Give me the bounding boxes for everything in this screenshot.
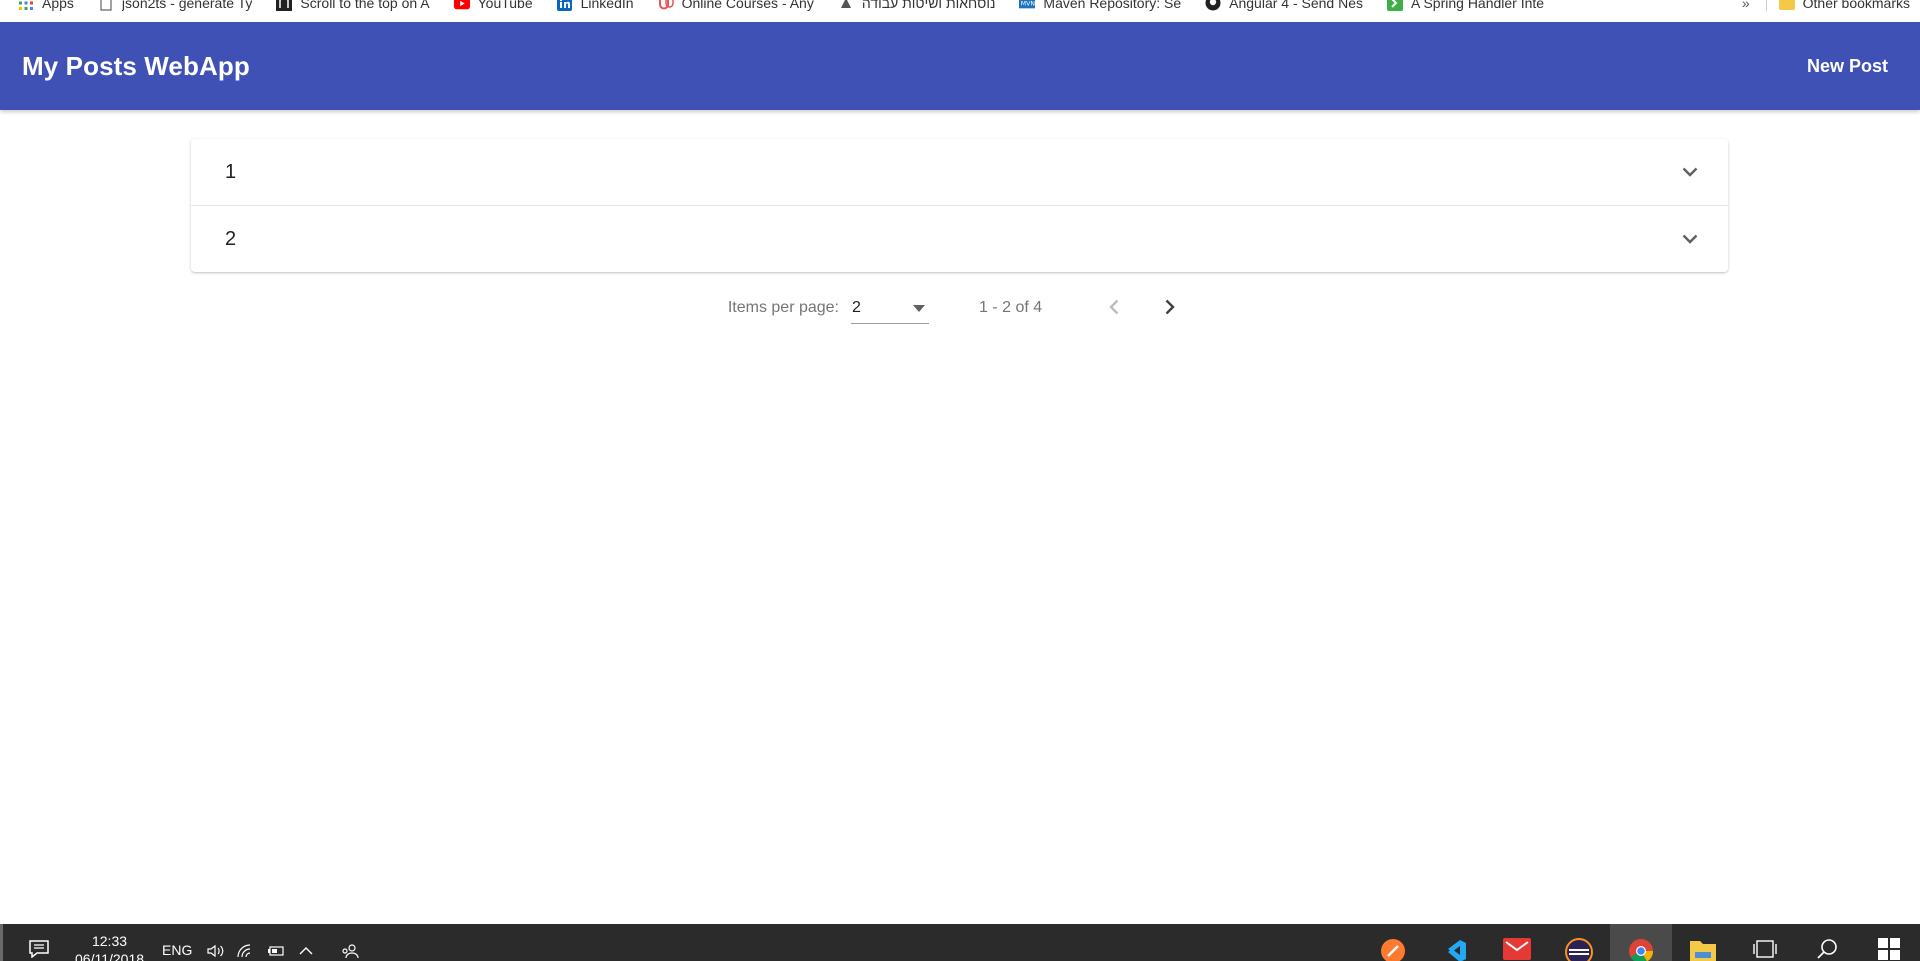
site-icon: [276, 0, 293, 11]
youtube-icon: [453, 0, 470, 11]
show-desktop-edge[interactable]: [0, 924, 3, 961]
bookmark-angular[interactable]: Angular 4 - Send Nes: [1205, 0, 1363, 11]
bookmark-label: Scroll to the top on A: [300, 0, 430, 11]
wifi-icon[interactable]: [236, 942, 256, 960]
chevron-right-icon: [1165, 299, 1175, 318]
chevron-left-icon: [1109, 299, 1119, 318]
file-explorer-icon[interactable]: [1672, 924, 1734, 961]
bookmark-label: נוסחאות ושיטות עבודה: [861, 0, 996, 11]
posts-accordion: 1 2: [191, 139, 1728, 272]
bookmark-label: YouTube: [477, 0, 533, 11]
linkedin-icon: [557, 0, 573, 11]
chevron-up-icon[interactable]: [296, 942, 316, 960]
folder-icon: [1778, 0, 1795, 10]
eclipse-icon[interactable]: [1548, 924, 1610, 961]
expansion-panel: 1: [191, 139, 1728, 205]
bookmark-json2ts[interactable]: json2ts - generate Ty: [98, 0, 252, 11]
range-label: 1 - 2 of 4: [979, 299, 1043, 316]
items-per-page-label: Items per page:: [727, 299, 839, 316]
bookmark-label: Angular 4 - Send Nes: [1229, 0, 1363, 11]
mail-icon[interactable]: [1486, 924, 1548, 961]
bookmark-hebrew[interactable]: נוסחאות ושיטות עבודה: [838, 0, 996, 11]
search-icon[interactable]: [1796, 924, 1858, 961]
app-title: My Posts WebApp: [22, 50, 250, 81]
clock-time: 12:33: [91, 933, 128, 949]
bookmark-label: json2ts - generate Ty: [121, 0, 253, 11]
previous-page-button[interactable]: [1092, 286, 1136, 330]
bookmarks-overflow-button[interactable]: »: [1742, 0, 1750, 11]
volume-icon[interactable]: [206, 942, 226, 960]
bookmark-linkedin[interactable]: LinkedIn: [557, 0, 634, 11]
dropdown-arrow-icon: [913, 299, 925, 317]
bookmark-spring[interactable]: A Spring Handler Inte: [1387, 0, 1544, 11]
bookmark-apps[interactable]: Apps: [18, 0, 74, 11]
clock-date: 06/11/2018: [75, 951, 145, 961]
people-icon[interactable]: [340, 942, 360, 960]
bookmark-label: A Spring Handler Inte: [1411, 0, 1545, 11]
language-indicator[interactable]: ENG: [162, 942, 192, 958]
bookmark-udemy[interactable]: Online Courses - Any: [658, 0, 814, 11]
github-icon: [1205, 0, 1221, 11]
new-post-button[interactable]: New Post: [1785, 46, 1910, 87]
udemy-icon: [658, 0, 674, 11]
vscode-icon[interactable]: [1424, 924, 1486, 961]
svg-text:MVN: MVN: [1021, 1, 1035, 8]
site-icon: [838, 0, 854, 11]
apps-grid-icon: [18, 0, 34, 11]
sublime-icon[interactable]: [1362, 924, 1424, 961]
expansion-panel-header[interactable]: 2: [191, 206, 1728, 272]
notifications-icon[interactable]: [29, 940, 49, 961]
bookmark-youtube[interactable]: YouTube: [453, 0, 533, 11]
bookmark-maven[interactable]: MVN Maven Repository: Se: [1019, 0, 1181, 11]
site-icon: [1387, 0, 1403, 11]
paginator: Items per page: 2 1 - 2 of 4: [0, 286, 1920, 330]
battery-icon[interactable]: [266, 942, 286, 960]
app-toolbar: My Posts WebApp New Post: [0, 22, 1920, 110]
chrome-icon[interactable]: [1610, 924, 1672, 961]
bookmark-label: Online Courses - Any: [681, 0, 814, 11]
bookmarks-bar: Apps json2ts - generate Ty Scroll to the…: [0, 0, 1920, 22]
expansion-panel: 2: [191, 205, 1728, 272]
taskbar-clock[interactable]: 12:33 06/11/2018: [75, 932, 144, 961]
chevron-down-icon: [1680, 229, 1700, 249]
windows-start-icon[interactable]: [1858, 924, 1920, 961]
panel-title: 1: [225, 160, 237, 183]
other-bookmarks-button[interactable]: Other bookmarks: [1803, 0, 1910, 11]
page-size-value: 2: [852, 298, 861, 316]
system-tray: [206, 942, 370, 960]
page-size-select[interactable]: 2: [851, 292, 929, 324]
expansion-panel-header[interactable]: 1: [191, 139, 1728, 205]
next-page-button[interactable]: [1148, 286, 1192, 330]
maven-icon: MVN: [1019, 0, 1036, 11]
bookmark-label: Maven Repository: Se: [1043, 0, 1182, 11]
bookmark-label: LinkedIn: [580, 0, 634, 11]
bookmark-label: Apps: [42, 0, 74, 11]
bookmark-scroll-top[interactable]: Scroll to the top on A: [276, 0, 430, 11]
page-icon: [98, 0, 114, 11]
bookmarks-separator: [1765, 0, 1767, 11]
panel-title: 2: [225, 227, 237, 250]
chevron-down-icon: [1680, 162, 1700, 182]
taskbar: 12:33 06/11/2018 ENG: [0, 924, 1920, 961]
task-view-icon[interactable]: [1734, 924, 1796, 961]
